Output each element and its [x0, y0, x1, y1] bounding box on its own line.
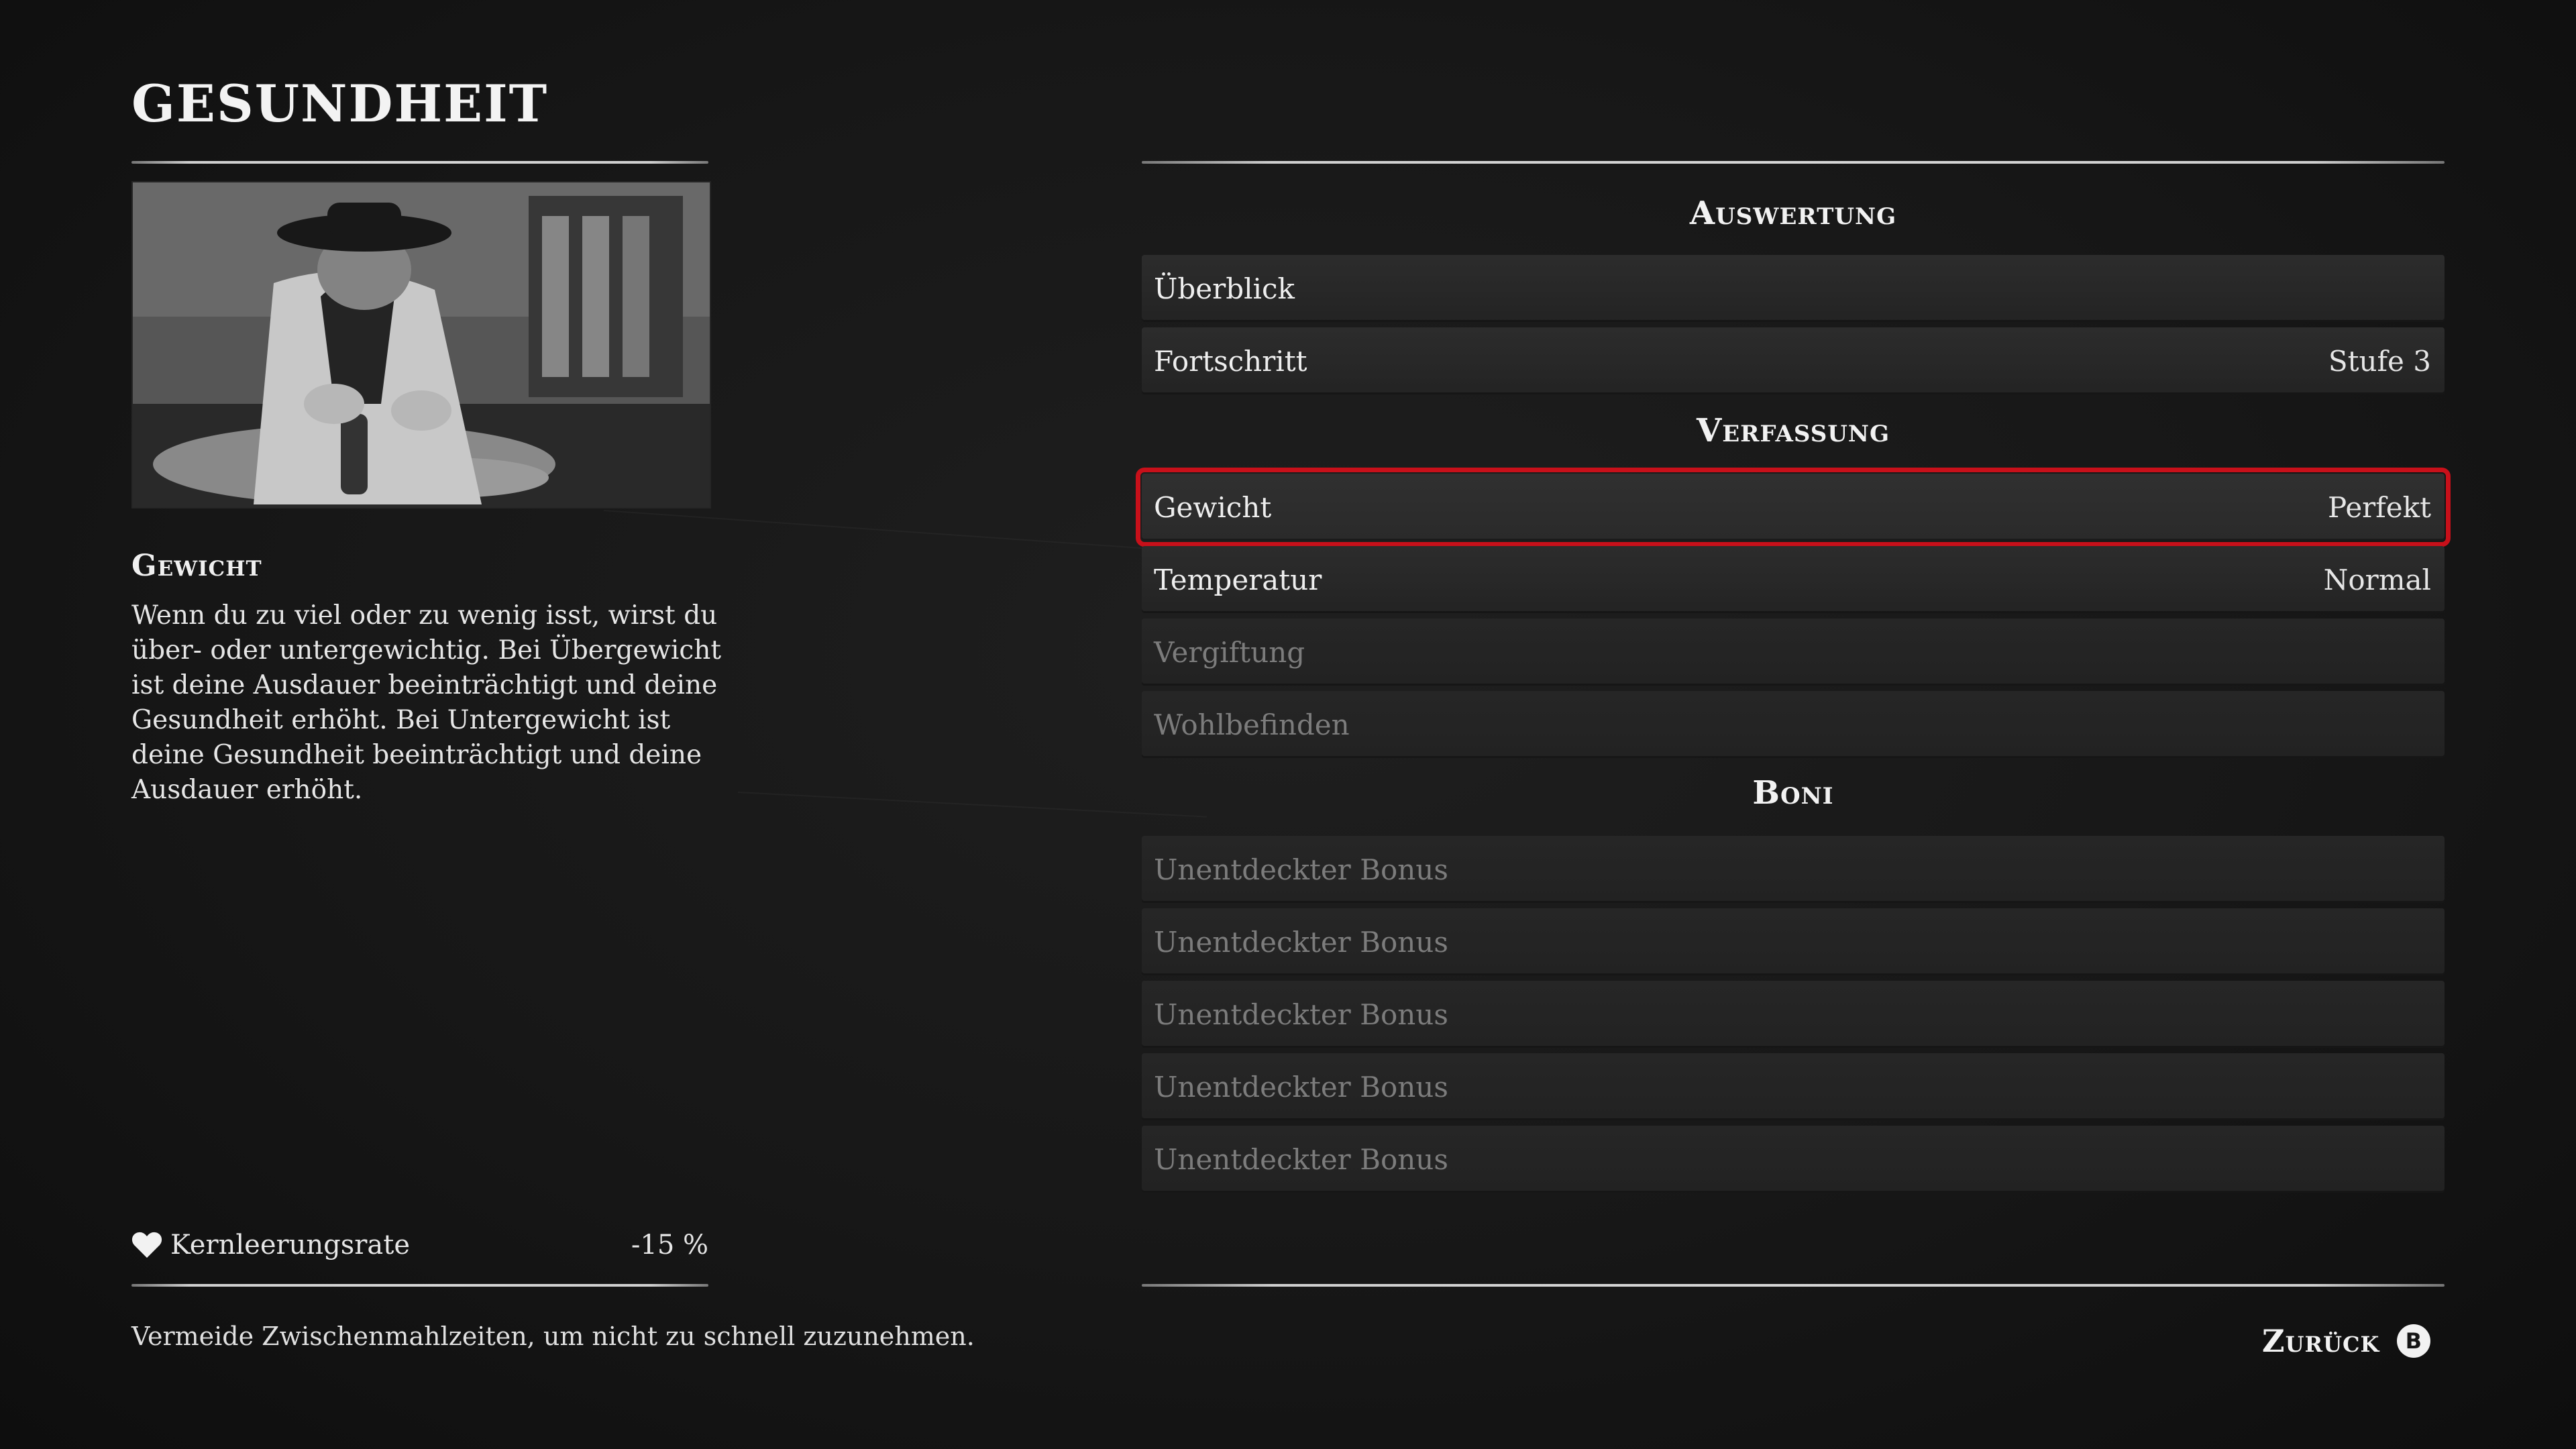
row-label: Gewicht — [1154, 490, 1272, 524]
row-bonus[interactable]: Unentdeckter Bonus — [1142, 1126, 2445, 1193]
core-drain-stat: Kernleerungsrate -15 % — [131, 1225, 708, 1265]
section-header-auswertung: Auswertung — [1689, 195, 1897, 232]
detail-description: Wenn du zu viel oder zu wenig isst, wirs… — [131, 600, 722, 805]
row-temperatur[interactable]: Temperatur Normal — [1142, 546, 2445, 613]
row-label: Unentdeckter Bonus — [1154, 1070, 1448, 1104]
row-fortschritt[interactable]: Fortschritt Stufe 3 — [1142, 327, 2445, 394]
row-label: Unentdeckter Bonus — [1154, 998, 1448, 1031]
back-button[interactable]: Zurück B — [2262, 1323, 2431, 1359]
row-wohlbefinden[interactable]: Wohlbefinden — [1142, 691, 2445, 758]
row-bonus[interactable]: Unentdeckter Bonus — [1142, 836, 2445, 903]
row-label: Vergiftung — [1154, 635, 1305, 669]
b-button-icon: B — [2397, 1324, 2431, 1358]
row-bonus[interactable]: Unentdeckter Bonus — [1142, 1053, 2445, 1120]
stat-label: Kernleerungsrate — [170, 1230, 410, 1260]
row-label: Unentdeckter Bonus — [1154, 925, 1448, 959]
row-bonus[interactable]: Unentdeckter Bonus — [1142, 981, 2445, 1048]
row-label: Unentdeckter Bonus — [1154, 1142, 1448, 1176]
right-bottom-divider — [1142, 1284, 2445, 1287]
row-value: Perfekt — [2327, 490, 2431, 524]
row-label: Temperatur — [1154, 563, 1322, 596]
detail-heading: Gewicht — [131, 549, 262, 583]
row-vergiftung[interactable]: Vergiftung — [1142, 619, 2445, 686]
row-ueberblick[interactable]: Überblick — [1142, 255, 2445, 322]
row-label: Wohlbefinden — [1154, 708, 1350, 741]
row-gewicht[interactable]: Gewicht Perfekt — [1136, 468, 2451, 547]
character-illustration — [131, 181, 711, 508]
page-title: GESUNDHEIT — [131, 74, 549, 133]
section-header-verfassung: Verfassung — [1696, 412, 1890, 449]
row-label: Fortschritt — [1154, 344, 1307, 378]
back-label: Zurück — [2262, 1323, 2380, 1359]
heart-icon — [131, 1232, 162, 1258]
row-bonus[interactable]: Unentdeckter Bonus — [1142, 908, 2445, 975]
row-label: Überblick — [1154, 272, 1295, 305]
section-header-boni: Boni — [1752, 774, 1834, 812]
row-value: Stufe 3 — [2328, 344, 2431, 378]
stat-value: -15 % — [631, 1230, 708, 1260]
hint-text: Vermeide Zwischenmahlzeiten, um nicht zu… — [131, 1322, 975, 1351]
right-top-divider — [1142, 161, 2445, 164]
left-top-divider — [131, 161, 708, 164]
row-value: Normal — [2323, 563, 2431, 596]
scratch-decoration — [604, 510, 1206, 553]
scratch-decoration — [738, 792, 1207, 818]
left-bottom-divider — [131, 1284, 708, 1287]
row-label: Unentdeckter Bonus — [1154, 853, 1448, 886]
